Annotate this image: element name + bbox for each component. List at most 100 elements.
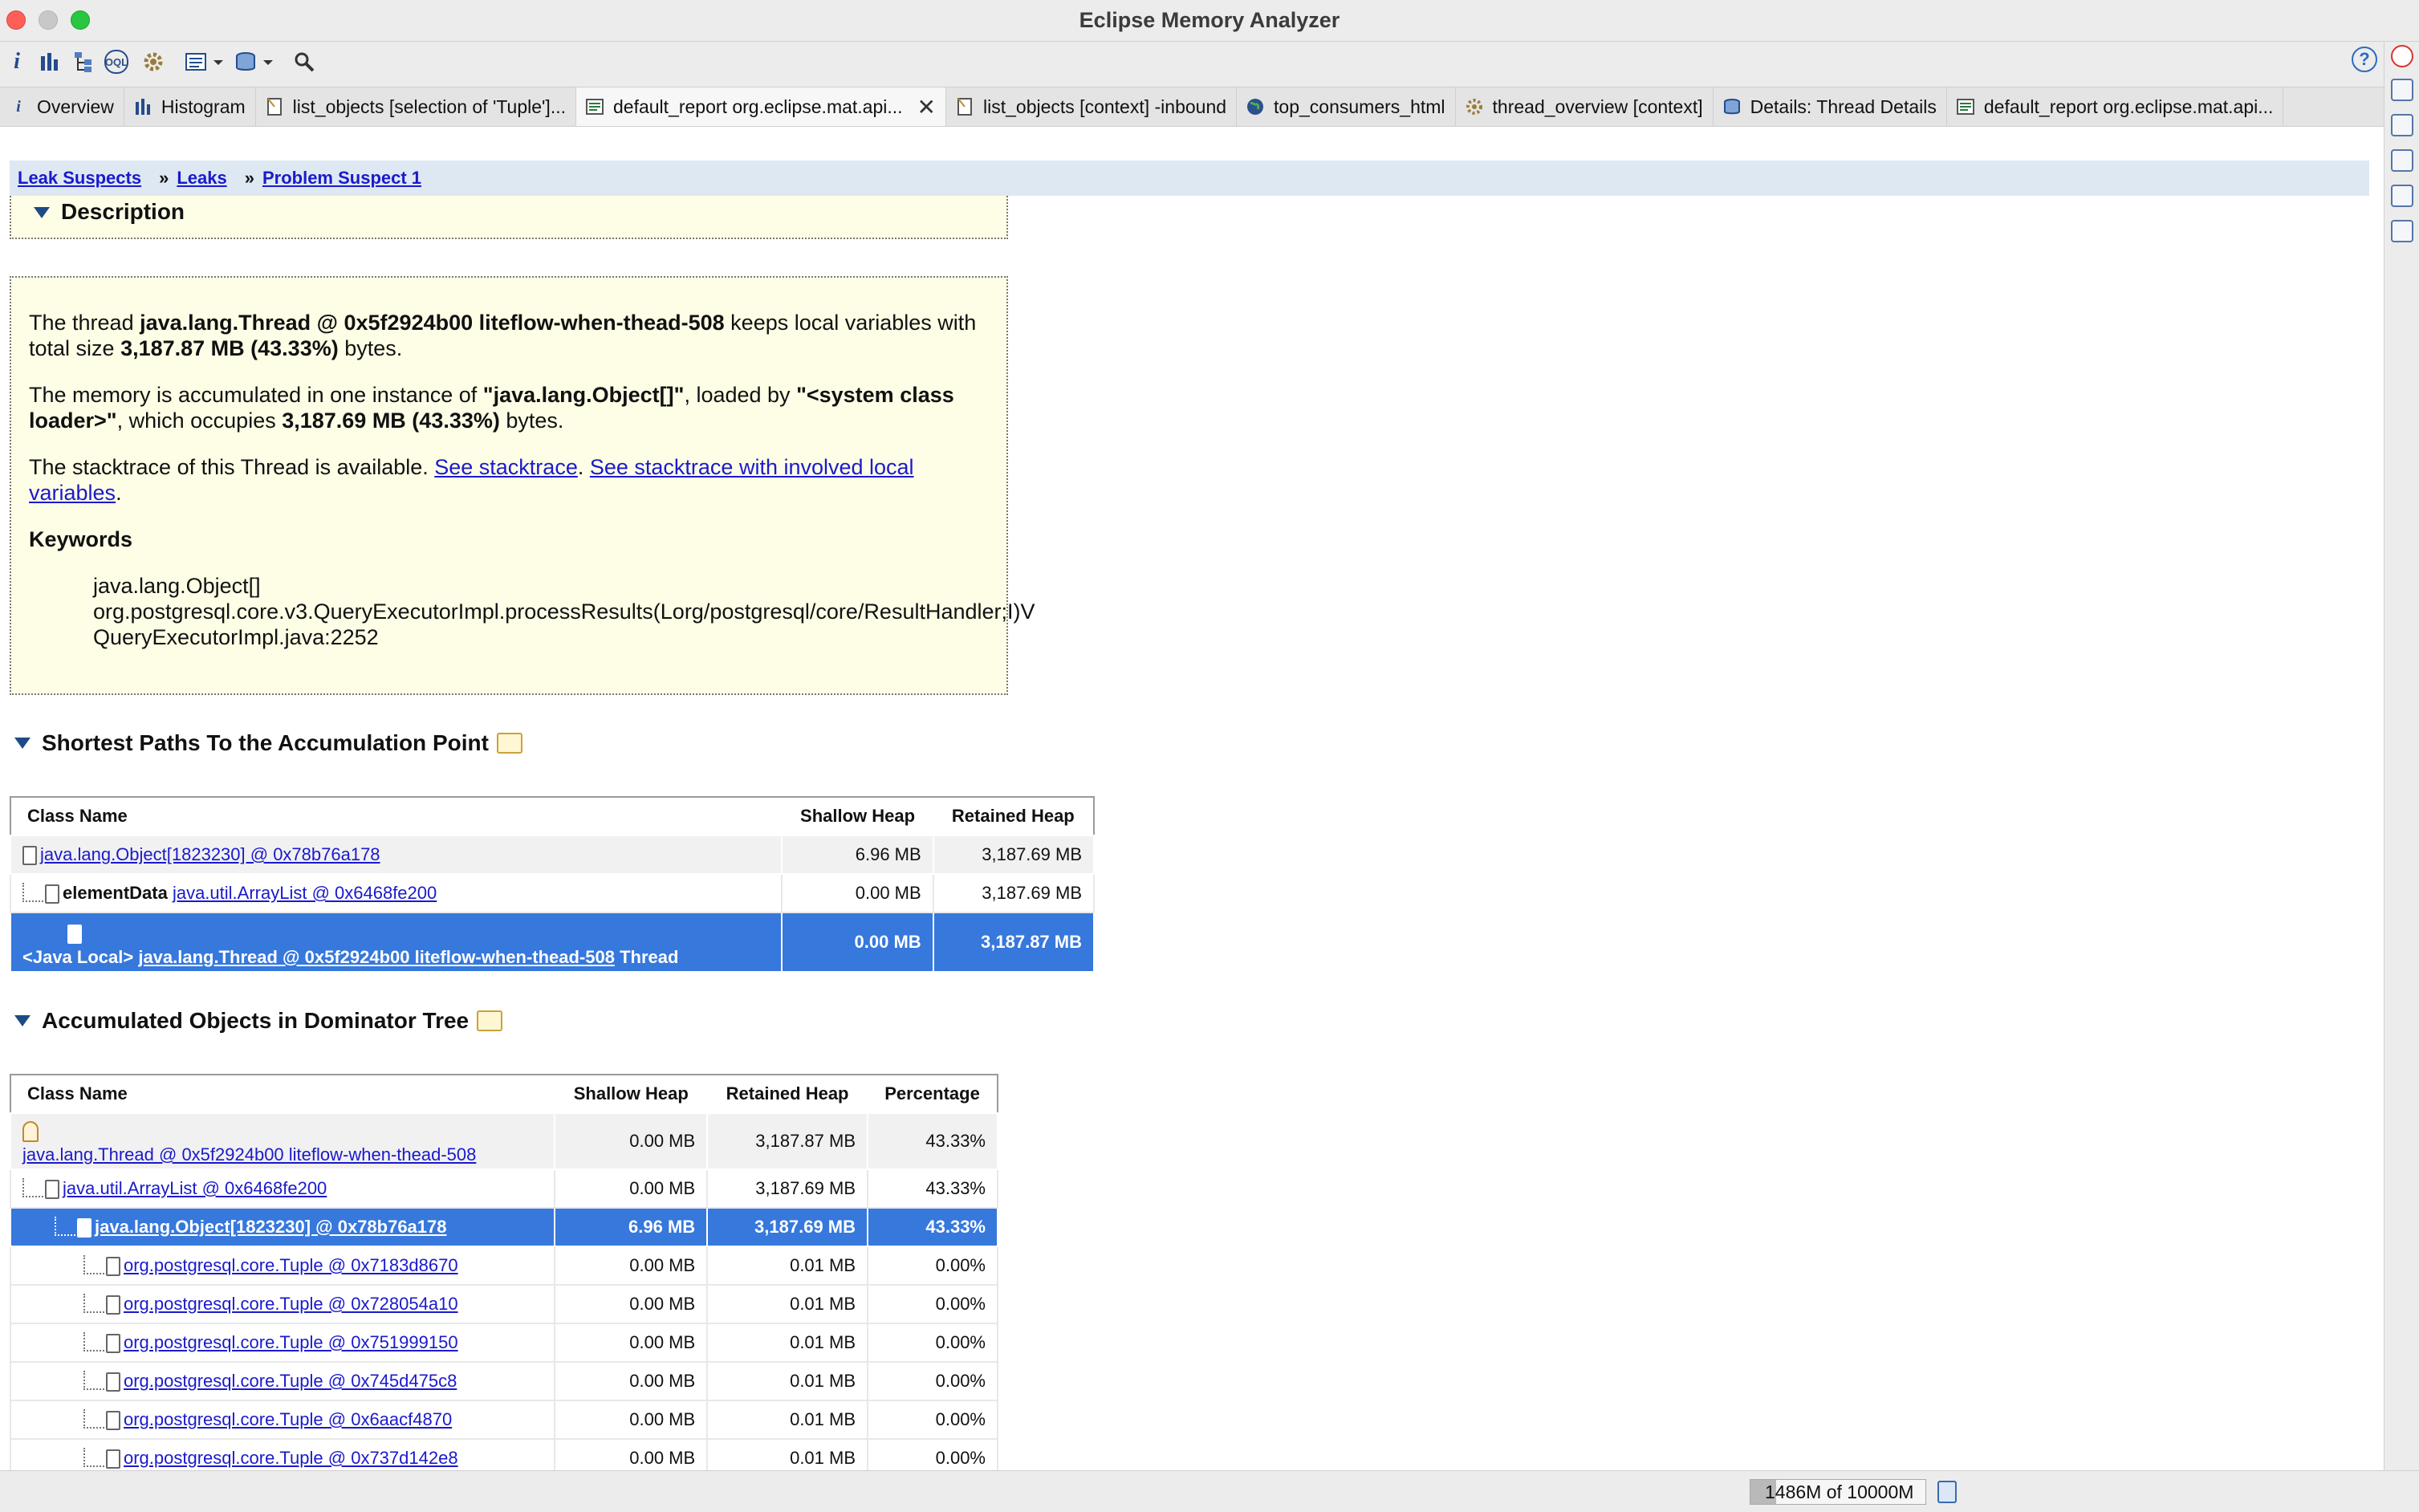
help-icon[interactable]: ? (2352, 47, 2377, 72)
text: bytes. (338, 336, 403, 360)
column-retained-heap[interactable]: Retained Heap (707, 1075, 868, 1113)
object-link[interactable]: org.postgresql.core.Tuple @ 0x728054a10 (124, 1294, 458, 1314)
class-name-cell: <Java Local> java.lang.Thread @ 0x5f2924… (9, 912, 783, 973)
breadcrumb-problem-suspect[interactable]: Problem Suspect 1 (262, 168, 421, 189)
object-link[interactable]: java.lang.Object[1823230] @ 0x78b76a178 (95, 1217, 447, 1237)
class-name-cell: org.postgresql.core.Tuple @ 0x6aacf4870 (9, 1400, 556, 1440)
object-link[interactable]: java.lang.Object[1823230] @ 0x78b76a178 (40, 844, 380, 864)
array-icon (77, 1218, 91, 1238)
table-header-row: Class Name Shallow Heap Retained Heap (10, 797, 1094, 835)
compare-icon[interactable] (2391, 114, 2413, 136)
object-link[interactable]: java.lang.Thread @ 0x5f2924b00 liteflow-… (22, 1144, 476, 1164)
shallow-heap-cell: 6.96 MB (781, 835, 934, 875)
dominator-tree-icon[interactable] (71, 48, 98, 75)
reference-type: <Java Local> (22, 947, 139, 967)
tree-connector (55, 1216, 75, 1236)
tree-node (22, 1120, 543, 1144)
navigation-icon[interactable] (2391, 79, 2413, 101)
heap-status-text: 1486M of 10000M (1765, 1482, 1914, 1502)
table-row-selected[interactable]: <Java Local> java.lang.Thread @ 0x5f2924… (9, 912, 1096, 973)
heap-dump-overview-icon[interactable] (233, 48, 276, 75)
object-link[interactable]: org.postgresql.core.Tuple @ 0x745d475c8 (124, 1371, 457, 1391)
table-row[interactable]: elementData java.util.ArrayList @ 0x6468… (9, 873, 1096, 913)
object-link[interactable]: java.util.ArrayList @ 0x6468fe200 (173, 883, 437, 903)
breadcrumb-separator: » (159, 168, 169, 188)
collapse-arrow-icon[interactable] (34, 207, 50, 218)
inspector-search-icon[interactable] (2391, 149, 2413, 172)
inspector-search-icon-3[interactable] (2391, 220, 2413, 242)
object-icon (106, 1411, 120, 1431)
shallow-heap-cell: 0.00 MB (554, 1400, 709, 1440)
text: . (116, 481, 122, 505)
text: The memory is accumulated in one instanc… (29, 383, 483, 407)
object-link[interactable]: org.postgresql.core.Tuple @ 0x737d142e8 (124, 1448, 458, 1468)
column-class-name[interactable]: Class Name (10, 1075, 555, 1113)
column-percentage[interactable]: Percentage (868, 1075, 998, 1113)
retained-heap-cell: 3,187.69 MB (932, 873, 1096, 913)
table-row[interactable]: org.postgresql.core.Tuple @ 0x7183d8670 … (9, 1246, 998, 1286)
table-row[interactable]: org.postgresql.core.Tuple @ 0x745d475c8 … (9, 1361, 998, 1401)
see-stacktrace-link[interactable]: See stacktrace (434, 455, 578, 479)
tab-overview[interactable]: i Overview (0, 87, 124, 126)
thread-icon (22, 1121, 39, 1143)
column-class-name[interactable]: Class Name (10, 797, 783, 835)
class-name-cell: java.lang.Object[1823230] @ 0x78b76a178 (9, 835, 783, 875)
open-in-tab-icon[interactable] (477, 1010, 503, 1031)
query-browser-icon[interactable] (183, 48, 226, 75)
breadcrumb-leak-suspects[interactable]: Leak Suspects (18, 168, 141, 189)
tab-list-objects-selection[interactable]: list_objects [selection of 'Tuple']... (256, 87, 576, 126)
column-shallow-heap[interactable]: Shallow Heap (555, 1075, 708, 1113)
object-icon (106, 1449, 120, 1469)
table-row[interactable]: java.util.ArrayList @ 0x6468fe200 0.00 M… (9, 1169, 998, 1209)
table-row[interactable]: org.postgresql.core.Tuple @ 0x751999150 … (9, 1323, 998, 1363)
heap-status[interactable]: 1486M of 10000M (1750, 1479, 1926, 1505)
class-name-cell: org.postgresql.core.Tuple @ 0x745d475c8 (9, 1361, 556, 1401)
description-thread-text: The thread java.lang.Thread @ 0x5f2924b0… (29, 310, 989, 361)
breadcrumb-leaks[interactable]: Leaks (177, 168, 226, 189)
table-row[interactable]: org.postgresql.core.Tuple @ 0x6aacf4870 … (9, 1400, 998, 1440)
tab-histogram[interactable]: Histogram (124, 87, 256, 126)
search-icon[interactable] (291, 48, 318, 75)
thread-overview-icon[interactable] (140, 48, 167, 75)
table-row[interactable]: org.postgresql.core.Tuple @ 0x737d142e8 … (9, 1438, 998, 1470)
class-name-cell: java.util.ArrayList @ 0x6468fe200 (9, 1169, 556, 1209)
class-name-cell: org.postgresql.core.Tuple @ 0x751999150 (9, 1323, 556, 1363)
object-link[interactable]: org.postgresql.core.Tuple @ 0x7183d8670 (124, 1255, 458, 1275)
globe-icon (1245, 96, 1266, 117)
collapse-arrow-icon[interactable] (14, 1015, 30, 1026)
table-row[interactable]: java.lang.Object[1823230] @ 0x78b76a178 … (9, 835, 1096, 875)
column-shallow-heap[interactable]: Shallow Heap (782, 797, 933, 835)
tab-default-report-2[interactable]: default_report org.eclipse.mat.api... (1947, 87, 2284, 126)
close-tab-icon[interactable]: ✕ (917, 94, 936, 120)
table-row-selected[interactable]: java.lang.Object[1823230] @ 0x78b76a178 … (9, 1207, 998, 1247)
table-row[interactable]: java.lang.Thread @ 0x5f2924b00 liteflow-… (9, 1112, 998, 1170)
tab-default-report-active[interactable]: default_report org.eclipse.mat.api... ✕ (576, 87, 947, 126)
inspector-search-icon-2[interactable] (2391, 185, 2413, 207)
histogram-icon[interactable] (35, 48, 63, 75)
tab-thread-details[interactable]: Details: Thread Details (1714, 87, 1947, 126)
shallow-heap-cell: 0.00 MB (554, 1361, 709, 1401)
tab-top-consumers-html[interactable]: top_consumers_html (1237, 87, 1456, 126)
object-link[interactable]: java.util.ArrayList @ 0x6468fe200 (63, 1178, 327, 1198)
object-link[interactable]: org.postgresql.core.Tuple @ 0x751999150 (124, 1332, 458, 1352)
object-link[interactable]: org.postgresql.core.Tuple @ 0x6aacf4870 (124, 1409, 452, 1429)
oql-icon[interactable]: OQL (104, 50, 128, 74)
open-in-tab-icon[interactable] (496, 733, 522, 754)
collapse-arrow-icon[interactable] (14, 738, 30, 749)
report-icon (584, 96, 605, 117)
shortest-paths-header[interactable]: Shortest Paths To the Accumulation Point (14, 730, 522, 756)
tab-label: top_consumers_html (1274, 96, 1445, 117)
stop-icon[interactable] (2391, 45, 2413, 67)
table-row[interactable]: org.postgresql.core.Tuple @ 0x728054a10 … (9, 1284, 998, 1324)
column-retained-heap[interactable]: Retained Heap (933, 797, 1094, 835)
tab-thread-overview[interactable]: thread_overview [context] (1456, 87, 1714, 126)
object-link[interactable]: java.lang.Thread @ 0x5f2924b00 liteflow-… (138, 947, 615, 967)
tree-connector (83, 1370, 104, 1390)
text: , loaded by (684, 383, 797, 407)
info-icon[interactable]: i (3, 48, 30, 75)
info-icon: i (16, 97, 21, 116)
dominator-tree-header[interactable]: Accumulated Objects in Dominator Tree (14, 1008, 503, 1034)
garbage-collect-icon[interactable] (1937, 1481, 1957, 1503)
tab-list-objects-inbound[interactable]: list_objects [context] -inbound (946, 87, 1238, 126)
description-header[interactable]: Description (10, 196, 1008, 239)
